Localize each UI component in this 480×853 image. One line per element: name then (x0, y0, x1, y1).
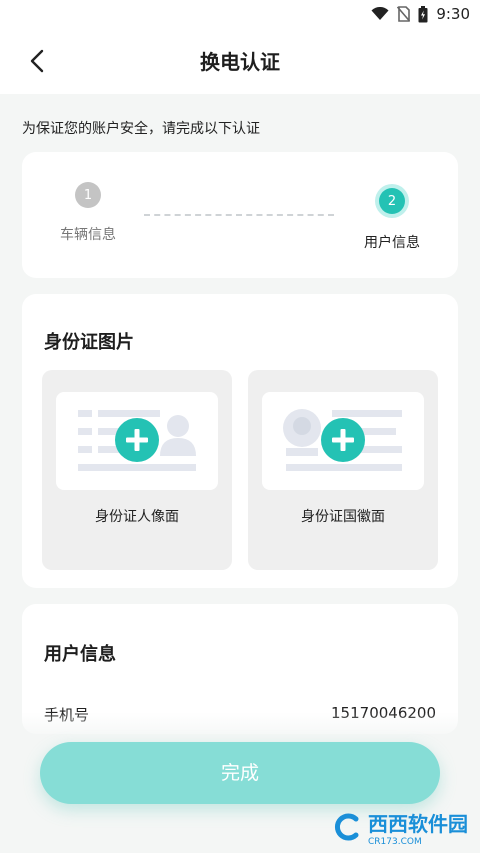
step-connector (144, 214, 334, 216)
app-bar: 换电认证 (0, 28, 480, 94)
step-vehicle-info: 1 车辆信息 (48, 182, 128, 244)
progress-steps: 1 车辆信息 2 用户信息 (22, 152, 458, 278)
upload-label: 身份证国徽面 (301, 509, 385, 525)
watermark-brand: 西西软件园 (368, 811, 468, 836)
upload-label: 身份证人像面 (95, 509, 179, 525)
no-sim-icon (397, 6, 411, 22)
complete-button[interactable]: 完成 (40, 742, 440, 804)
active-step-ring: 2 (375, 184, 409, 218)
status-bar: 9:30 (0, 0, 480, 28)
security-notice: 为保证您的账户安全，请完成以下认证 (22, 121, 260, 137)
section-title: 身份证图片 (44, 332, 134, 353)
watermark-logo-icon (335, 813, 359, 841)
status-time: 9:30 (436, 5, 470, 23)
add-icon (115, 418, 159, 462)
step-user-info: 2 用户信息 (352, 184, 432, 252)
scroll-fade (0, 712, 480, 742)
step-label: 车辆信息 (60, 227, 116, 243)
upload-id-emblem[interactable]: 身份证国徽面 (248, 370, 438, 570)
page-title: 换电认证 (200, 50, 280, 74)
status-icons: 9:30 (371, 4, 470, 24)
step-number: 1 (75, 182, 101, 208)
add-icon (321, 418, 365, 462)
wifi-icon (371, 7, 389, 21)
watermark-sub: CR173.COM (368, 836, 422, 847)
step-label: 用户信息 (364, 235, 420, 251)
step-number: 2 (379, 188, 405, 214)
battery-charging-icon (418, 5, 428, 23)
section-title: 用户信息 (44, 644, 116, 665)
watermark-text: 西西软件园 CR173.COM (368, 808, 468, 847)
id-card-section: 身份证图片 身份证人像面 身份证国徽面 (22, 294, 458, 588)
upload-id-portrait[interactable]: 身份证人像面 (42, 370, 232, 570)
site-watermark: 西西软件园 CR173.COM (332, 808, 468, 847)
